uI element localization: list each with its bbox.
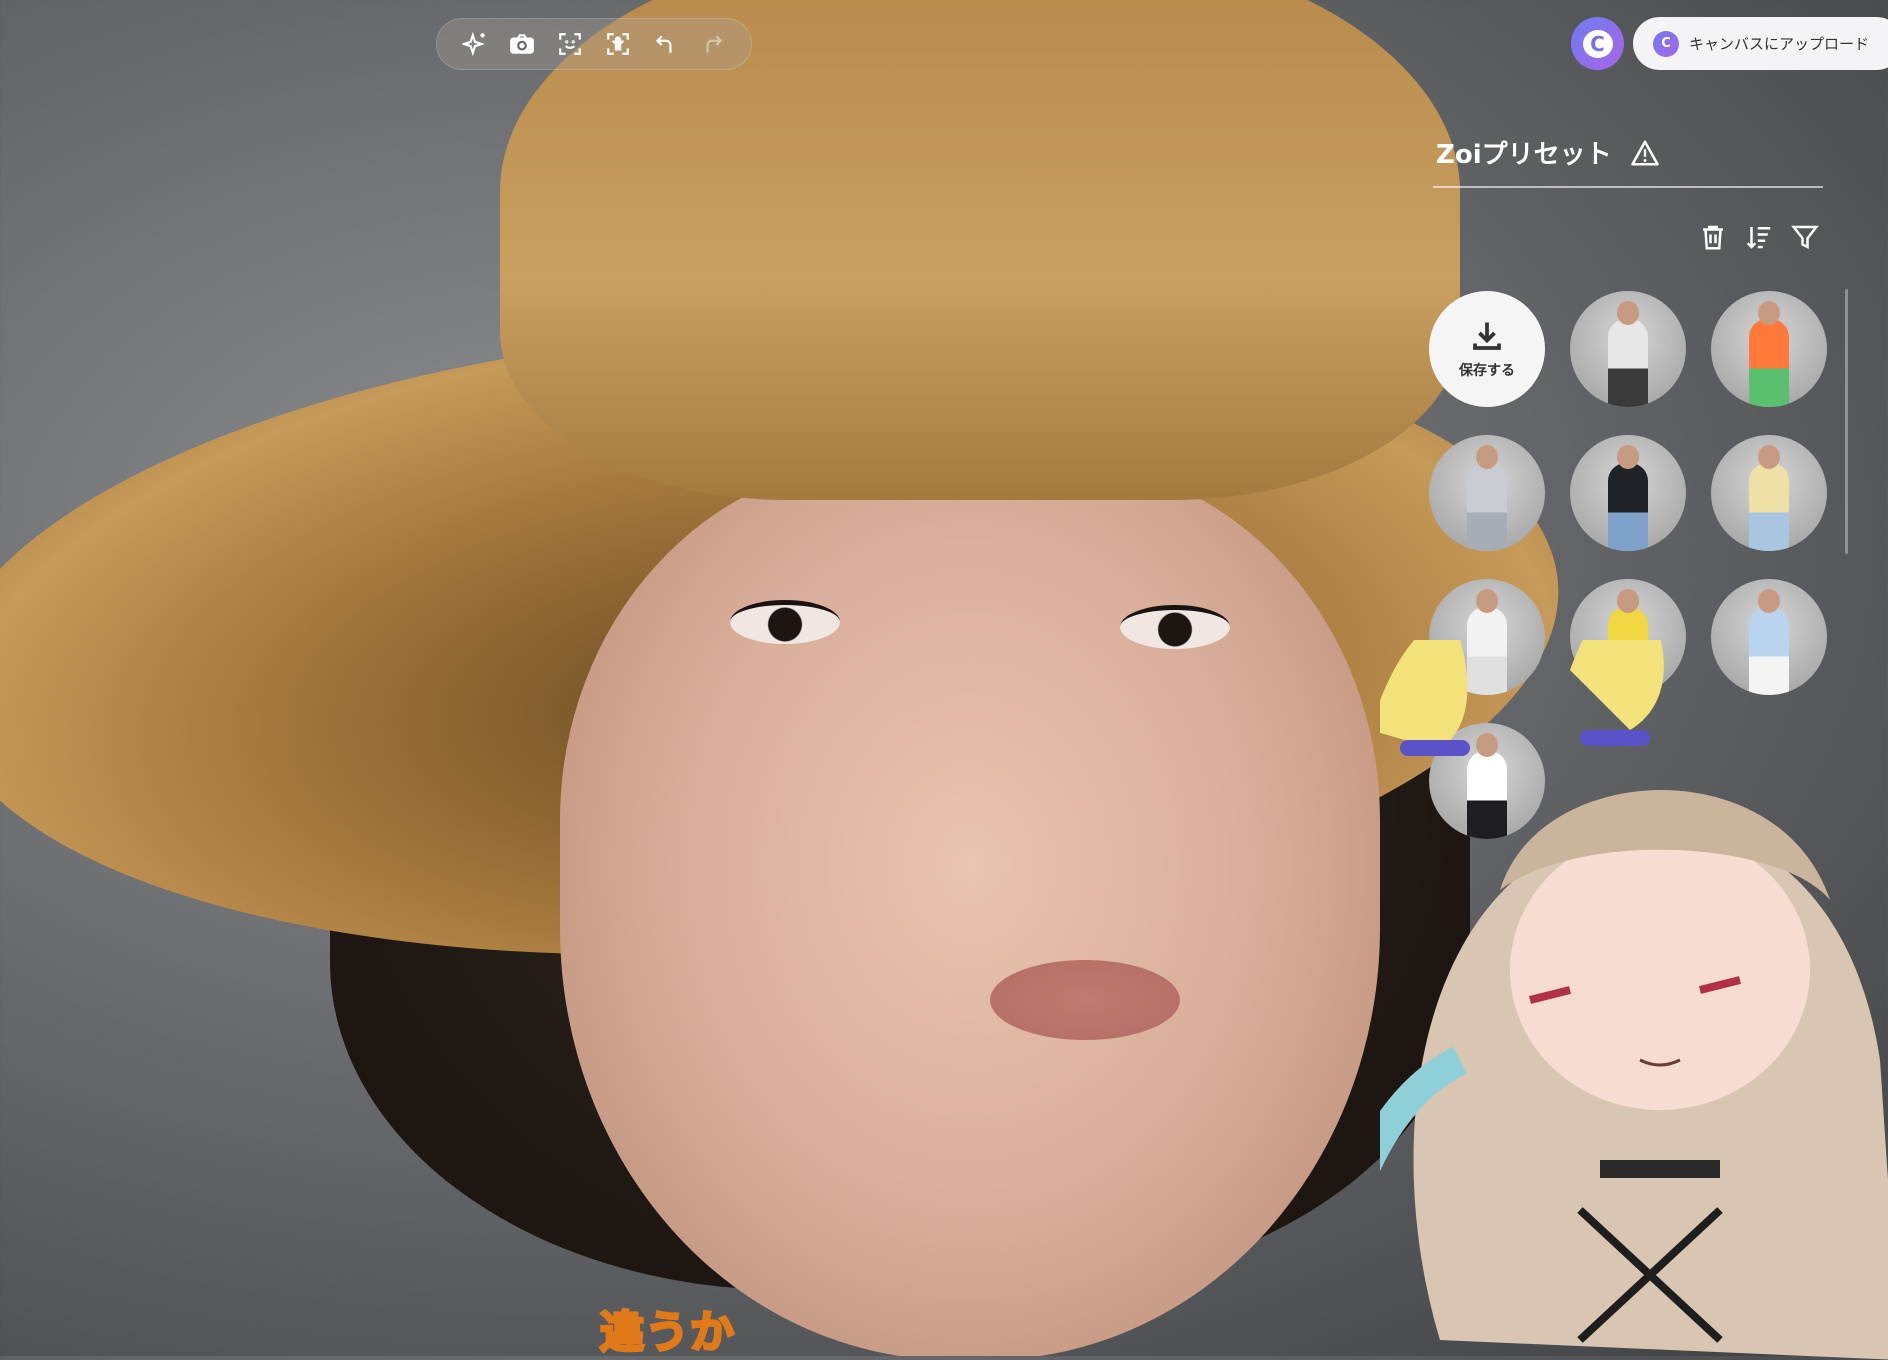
panel-title-text: Zoiプリセット	[1436, 140, 1612, 170]
preset-outfit	[1467, 463, 1507, 551]
body-frame-icon	[606, 33, 629, 55]
preset-outfit	[1749, 607, 1789, 695]
preset-grid: 保存する	[1429, 291, 1827, 839]
download-icon	[1473, 322, 1501, 350]
preset-item[interactable]	[1570, 435, 1686, 551]
canvas-icon: C	[1653, 30, 1679, 57]
save-label: 保存する	[1459, 363, 1515, 379]
undo-icon	[656, 35, 672, 53]
preset-outfit	[1749, 463, 1789, 551]
preset-head	[1476, 445, 1498, 469]
preset-head	[1758, 301, 1780, 325]
right-eye	[1120, 605, 1230, 649]
canvas-logo-button[interactable]: C	[1571, 17, 1624, 70]
save-preset-button[interactable]: 保存する	[1429, 291, 1545, 407]
preset-item[interactable]	[1711, 435, 1827, 551]
redo-icon	[706, 35, 723, 53]
preset-head	[1476, 589, 1498, 613]
face-frame-icon	[559, 33, 581, 55]
filter-icon[interactable]	[1790, 222, 1820, 252]
panel-scrollbar[interactable]	[1845, 289, 1848, 554]
panel-divider	[1433, 186, 1823, 188]
preset-outfit	[1749, 319, 1789, 407]
preset-item[interactable]	[1570, 579, 1686, 695]
preset-head	[1617, 301, 1639, 325]
preset-outfit	[1608, 607, 1648, 695]
preset-item[interactable]	[1711, 579, 1827, 695]
preset-item[interactable]	[1429, 723, 1545, 839]
stream-subtitle: 違うか	[599, 1306, 736, 1360]
camera-button[interactable]	[505, 27, 539, 61]
preset-item[interactable]	[1429, 579, 1545, 695]
preset-item[interactable]	[1570, 291, 1686, 407]
body-focus-button[interactable]	[601, 27, 635, 61]
preset-item[interactable]	[1711, 291, 1827, 407]
upload-to-canvas-button[interactable]: C キャンバスにアップロード	[1633, 17, 1888, 70]
preset-outfit	[1467, 751, 1507, 839]
character-face	[560, 460, 1380, 1356]
camera-icon	[510, 34, 535, 54]
upload-label: キャンバスにアップロード	[1689, 35, 1870, 53]
canvas-logo-icon: C	[1582, 29, 1613, 58]
preset-head	[1476, 733, 1498, 757]
lips	[990, 960, 1180, 1040]
undo-button[interactable]	[648, 27, 682, 61]
sort-icon[interactable]	[1744, 222, 1774, 252]
trash-icon[interactable]	[1698, 222, 1728, 252]
viewport-toolbar	[436, 18, 752, 70]
preset-outfit	[1467, 607, 1507, 695]
preset-outfit	[1608, 463, 1648, 551]
panel-title: Zoiプリセット	[1436, 134, 1660, 171]
preset-head	[1617, 589, 1639, 613]
warning-icon[interactable]	[1630, 139, 1660, 167]
preset-head	[1758, 589, 1780, 613]
panel-tools	[1698, 222, 1820, 252]
sparkle-button[interactable]	[458, 27, 492, 61]
preset-head	[1617, 445, 1639, 469]
preset-outfit	[1608, 319, 1648, 407]
left-eye	[730, 600, 840, 644]
redo-button[interactable]	[696, 27, 730, 61]
preset-head	[1758, 445, 1780, 469]
hat-crown	[500, 0, 1460, 500]
preset-item[interactable]	[1429, 435, 1545, 551]
face-focus-button[interactable]	[553, 27, 587, 61]
sparkle-icon	[461, 31, 485, 57]
